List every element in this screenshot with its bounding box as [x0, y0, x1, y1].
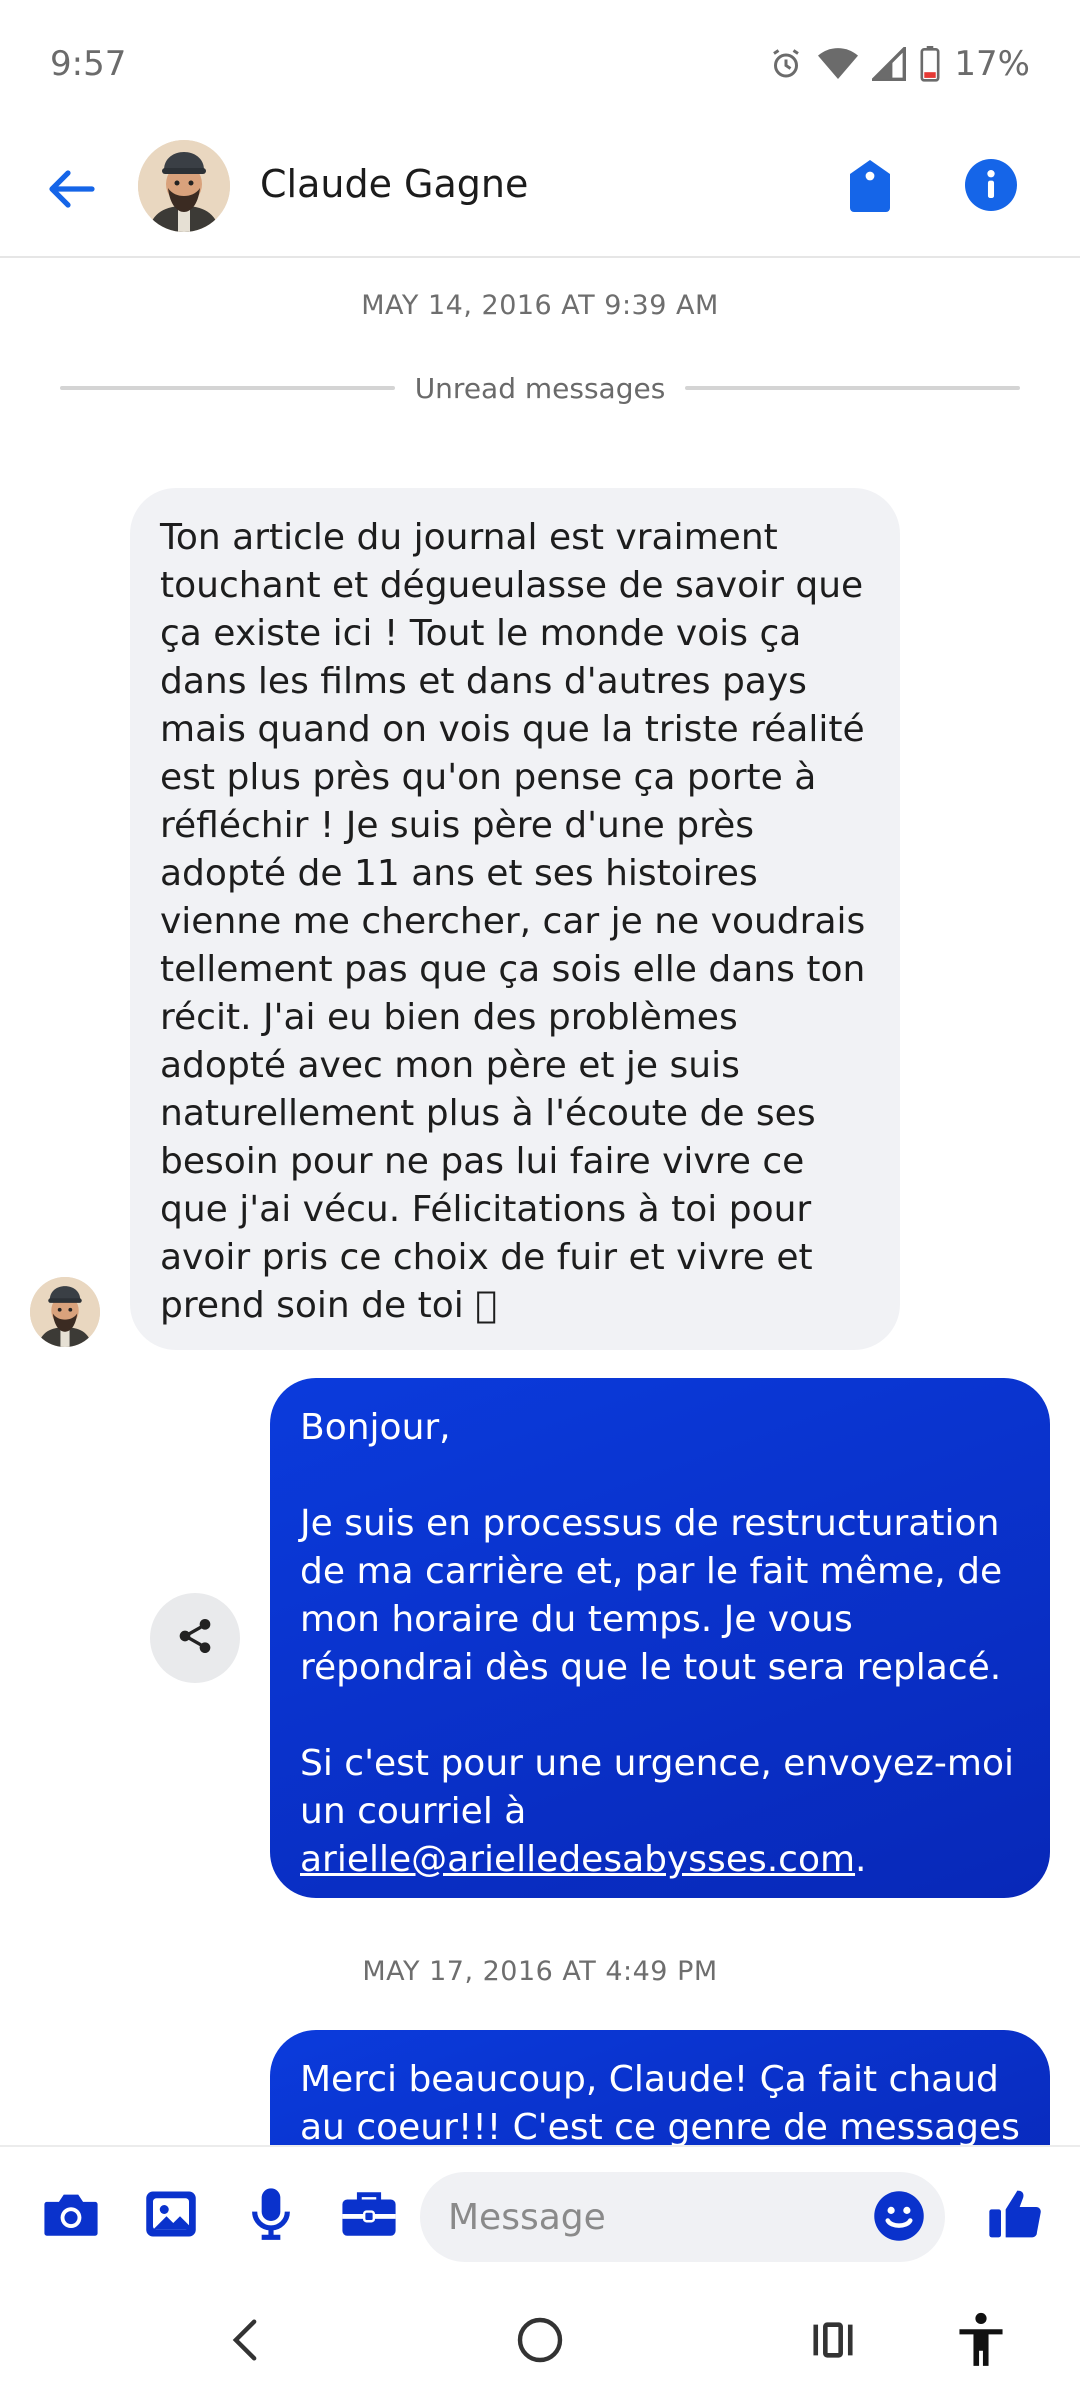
- share-button[interactable]: [150, 1593, 240, 1683]
- recents-icon: [810, 2320, 856, 2364]
- share-icon: [175, 1616, 215, 1660]
- like-button[interactable]: [980, 2181, 1050, 2251]
- briefcase-button[interactable]: [336, 2183, 402, 2249]
- camera-icon: [42, 2189, 100, 2243]
- thumbs-up-icon: [987, 2186, 1043, 2246]
- divider-line: [685, 386, 1020, 390]
- battery-percent: 17%: [954, 44, 1030, 84]
- outgoing-message-bubble[interactable]: Merci beaucoup, Claude! Ça fait chaud au…: [270, 2030, 1050, 2145]
- back-arrow-icon: [48, 169, 96, 213]
- message-paragraph: Si c'est pour une urgence, envoyez-moi u…: [300, 1743, 1014, 1832]
- chat-header: Claude Gagne: [0, 128, 1080, 258]
- message-composer: [0, 2145, 1080, 2285]
- wifi-icon: [818, 47, 859, 81]
- accessibility-button[interactable]: [946, 2307, 1016, 2377]
- message-paragraph: Je suis en processus de restructuration …: [300, 1503, 1003, 1688]
- contact-name[interactable]: Claude Gagne: [260, 162, 528, 206]
- unread-label: Unread messages: [414, 371, 666, 405]
- nav-back-icon: [225, 2318, 265, 2366]
- home-circle-icon: [516, 2316, 564, 2368]
- signal-icon: [872, 47, 907, 81]
- message-timestamp: MAY 17, 2016 AT 4:49 PM: [362, 1956, 718, 1987]
- system-navigation-bar: [0, 2285, 1080, 2400]
- message-punctuation: .: [855, 1839, 867, 1880]
- status-bar: 9:57 17%: [0, 0, 1080, 128]
- alarm-icon: [768, 46, 804, 82]
- accessibility-icon: [955, 2312, 1007, 2372]
- conversation-area[interactable]: MAY 14, 2016 AT 9:39 AM Unread messages …: [0, 260, 1080, 2145]
- briefcase-icon: [340, 2189, 398, 2243]
- nav-back-button[interactable]: [210, 2307, 280, 2377]
- outgoing-message-bubble[interactable]: Bonjour, Je suis en processus de restruc…: [270, 1378, 1050, 1898]
- status-icons: 17%: [768, 44, 1030, 84]
- microphone-button[interactable]: [238, 2183, 304, 2249]
- message-input[interactable]: [420, 2172, 945, 2262]
- incoming-message-bubble[interactable]: Ton article du journal est vraiment touc…: [130, 488, 900, 1350]
- gallery-icon: [144, 2189, 198, 2243]
- camera-button[interactable]: [38, 2183, 104, 2249]
- message-timestamp: MAY 14, 2016 AT 9:39 AM: [361, 290, 719, 321]
- status-time: 9:57: [50, 44, 127, 84]
- contact-avatar[interactable]: [138, 140, 230, 232]
- tag-icon: [849, 160, 891, 216]
- nav-recents-button[interactable]: [798, 2307, 868, 2377]
- microphone-icon: [251, 2186, 291, 2246]
- back-button[interactable]: [42, 161, 102, 221]
- divider-line: [60, 386, 395, 390]
- message-greeting: Bonjour,: [300, 1407, 451, 1448]
- info-icon: [965, 159, 1017, 215]
- email-link[interactable]: arielle@arielledesabysses.com: [300, 1839, 855, 1880]
- info-button[interactable]: [960, 156, 1022, 218]
- tag-button[interactable]: [840, 156, 900, 220]
- nav-home-button[interactable]: [505, 2307, 575, 2377]
- sender-avatar[interactable]: [30, 1277, 100, 1347]
- gallery-button[interactable]: [138, 2183, 204, 2249]
- unread-divider: Unread messages: [60, 368, 1020, 408]
- battery-icon: [920, 46, 940, 82]
- emoji-button[interactable]: [868, 2187, 930, 2249]
- emoji-icon: [872, 2189, 926, 2247]
